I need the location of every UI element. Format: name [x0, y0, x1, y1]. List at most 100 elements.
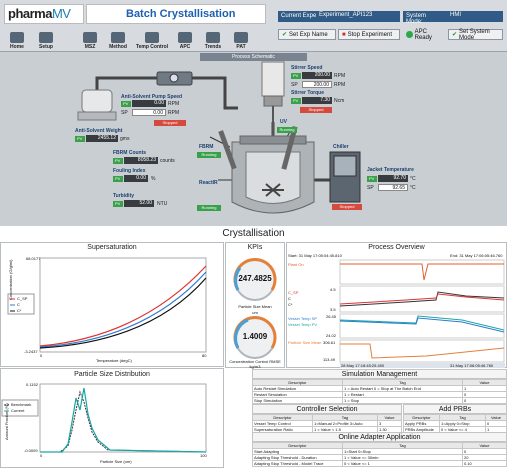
nav-setup[interactable]: Setup	[33, 28, 59, 50]
cell-value-input[interactable]: 0	[462, 397, 507, 404]
fouling-index-label: Fouling Index	[113, 168, 146, 174]
kpi-rmse-value: 1.4009	[242, 332, 268, 341]
legend-current: Current	[11, 408, 25, 413]
fouling-value: 0.00	[124, 175, 148, 182]
nav-temp-control[interactable]: Temp Control	[135, 28, 169, 50]
jacket-unit: °C	[410, 176, 416, 182]
fbrm-counts-unit: counts	[160, 158, 175, 164]
jacket-temp-label: Jacket Temperature	[367, 167, 414, 173]
system-mode-value: HMI	[447, 11, 503, 22]
jacket-sp-input[interactable]: 92.65	[378, 184, 408, 191]
reactir-status-button[interactable]: Running	[197, 205, 221, 211]
nav-trends[interactable]: Trends	[200, 28, 226, 50]
sim-mgmt-title: Simulation Management	[252, 369, 507, 379]
trends-icon	[206, 32, 220, 43]
trend-y3-top: 26.45	[326, 314, 337, 319]
nav-msz[interactable]: MSZ	[77, 28, 103, 50]
add-prbs-table: Descriptor Tag Value Apply PRBs 1=Apply …	[403, 414, 507, 433]
pump-status-button[interactable]: Stopped	[154, 120, 186, 126]
nav-apc[interactable]: APC	[172, 28, 198, 50]
turbidity-pv-tag: PV	[113, 201, 123, 207]
psd-ylabel: Amount Fraction (%)	[4, 403, 9, 440]
weight-unit: gms	[120, 136, 130, 142]
online-adapter-title: Online Adapter Application	[252, 432, 507, 442]
psd-chart	[1, 383, 207, 453]
kpis-title: KPIs	[247, 244, 263, 251]
uv-status[interactable]: Running	[277, 127, 297, 133]
pat-icon	[234, 32, 248, 43]
trend-label-vessel-sp: Vessel Temp SP	[288, 316, 318, 321]
turbidity-label: Turbidity	[113, 193, 135, 199]
stop-experiment-button[interactable]: ■ Stop Experiment	[338, 29, 400, 40]
cell-value-input[interactable]: 0.10	[462, 460, 507, 467]
pump-unit: RPM	[168, 101, 180, 107]
fbrm-label: FBRM	[199, 144, 214, 150]
controller-table: Descriptor Tag Value Vessel Temp Control…	[252, 414, 402, 433]
psd-ymin: -0.0009	[24, 448, 38, 453]
antisolvent-weight-label: Anti-Solvent Weight	[75, 128, 123, 134]
apc-icon	[178, 32, 192, 43]
apc-ready-indicator: APC Ready	[403, 29, 447, 41]
pump-sp-input[interactable]: 0.00	[132, 109, 166, 116]
trend-y3-bot: 24.02	[326, 333, 337, 338]
check-icon: ✔	[282, 32, 288, 38]
psd-xmin: 0	[40, 453, 43, 458]
legend-c: C	[17, 302, 20, 307]
add-prbs-title: Add PRBs	[403, 404, 507, 414]
setup-icon	[39, 32, 53, 43]
fbrm-counts-label: FBRM Counts	[113, 150, 147, 156]
stirrer-sp-tag: SP	[291, 82, 298, 88]
nav-home[interactable]: Home	[4, 28, 30, 50]
reactir-label: ReactIR	[199, 180, 218, 186]
chiller-status-button[interactable]: Stopped	[332, 204, 362, 210]
stirrer-torque-value: 7.30	[302, 97, 332, 104]
legend-benchmark: Benchmark	[11, 402, 32, 407]
supersat-xmin: 0	[40, 353, 43, 358]
chiller-label: Chiller	[333, 144, 349, 150]
trend-label-particle-size: Particle Size Mean	[288, 340, 322, 345]
sim-mgmt-table: Descriptor Tag Value Auto Restart Simula…	[252, 379, 507, 404]
jacket-pv-tag: PV	[367, 176, 377, 182]
supersat-ymin: -3.2437	[24, 349, 38, 354]
stirrer-speed-label: Stirrer Speed	[291, 65, 323, 71]
psd-title: Particle Size Distribution	[74, 371, 150, 378]
fouling-unit: %	[151, 176, 156, 182]
stirrer-unit-sp: RPM	[334, 82, 346, 88]
antisolvent-scale	[77, 111, 117, 121]
cell-tag: 0 < Value <= 1	[342, 460, 463, 467]
set-exp-name-button[interactable]: ✔ Set Exp Name	[278, 29, 336, 40]
system-mode-label: System Mode:	[403, 11, 447, 25]
pump-head	[169, 73, 179, 83]
trend-y4-bot: 113.49	[323, 357, 335, 362]
pump-pv-value: 0.00	[132, 100, 166, 107]
current-experiment-value: Experiment_API123	[316, 11, 400, 22]
reactor-vessel	[245, 151, 301, 204]
supersat-plot-area	[39, 257, 207, 353]
set-system-mode-button[interactable]: ✔ Set System Mode	[448, 29, 503, 41]
torque-unit: Ncm	[334, 98, 345, 104]
turbidity-unit: NTU	[157, 201, 168, 207]
kpi-particle-size-label: Particle Size Mean	[238, 304, 272, 309]
nav-method[interactable]: Method	[105, 28, 131, 50]
stirrer-pv-value: 200.00	[302, 72, 332, 79]
pump-sp-tag: SP	[121, 110, 128, 116]
nav-pat[interactable]: PAT	[228, 28, 254, 50]
antisolvent-vessel	[81, 89, 113, 113]
stirrer-sp-input[interactable]: 200.00	[302, 81, 332, 88]
table-row: Stop Simulation 1 = Stop 0	[252, 397, 507, 404]
cell-tag: 1 = Stop	[342, 397, 463, 404]
pump-pv-tag: PV	[121, 101, 131, 107]
supersat-xlabel: Temperature (degC)	[96, 358, 132, 363]
pump-unit-sp: RPM	[168, 110, 180, 116]
check-icon: ✔	[452, 32, 458, 38]
apc-ready-icon	[406, 31, 413, 38]
fbrm-status-button[interactable]: Running	[197, 152, 221, 158]
table-row: Vessel Temp Control 1=Manual 2=Profile 3…	[252, 420, 402, 427]
jacket-sp-tag: SP	[367, 185, 374, 191]
jacket-pv-value: 92.70	[378, 175, 408, 182]
weight-value: 2455.12	[86, 135, 118, 142]
trend-label-c-sp: C_SP	[288, 290, 299, 295]
cell-descriptor: Adapting Stop Threshold - Model Trace	[252, 460, 343, 467]
stirrer-status-button[interactable]: Stopped	[300, 107, 332, 113]
weight-pv-tag: PV	[75, 136, 85, 142]
